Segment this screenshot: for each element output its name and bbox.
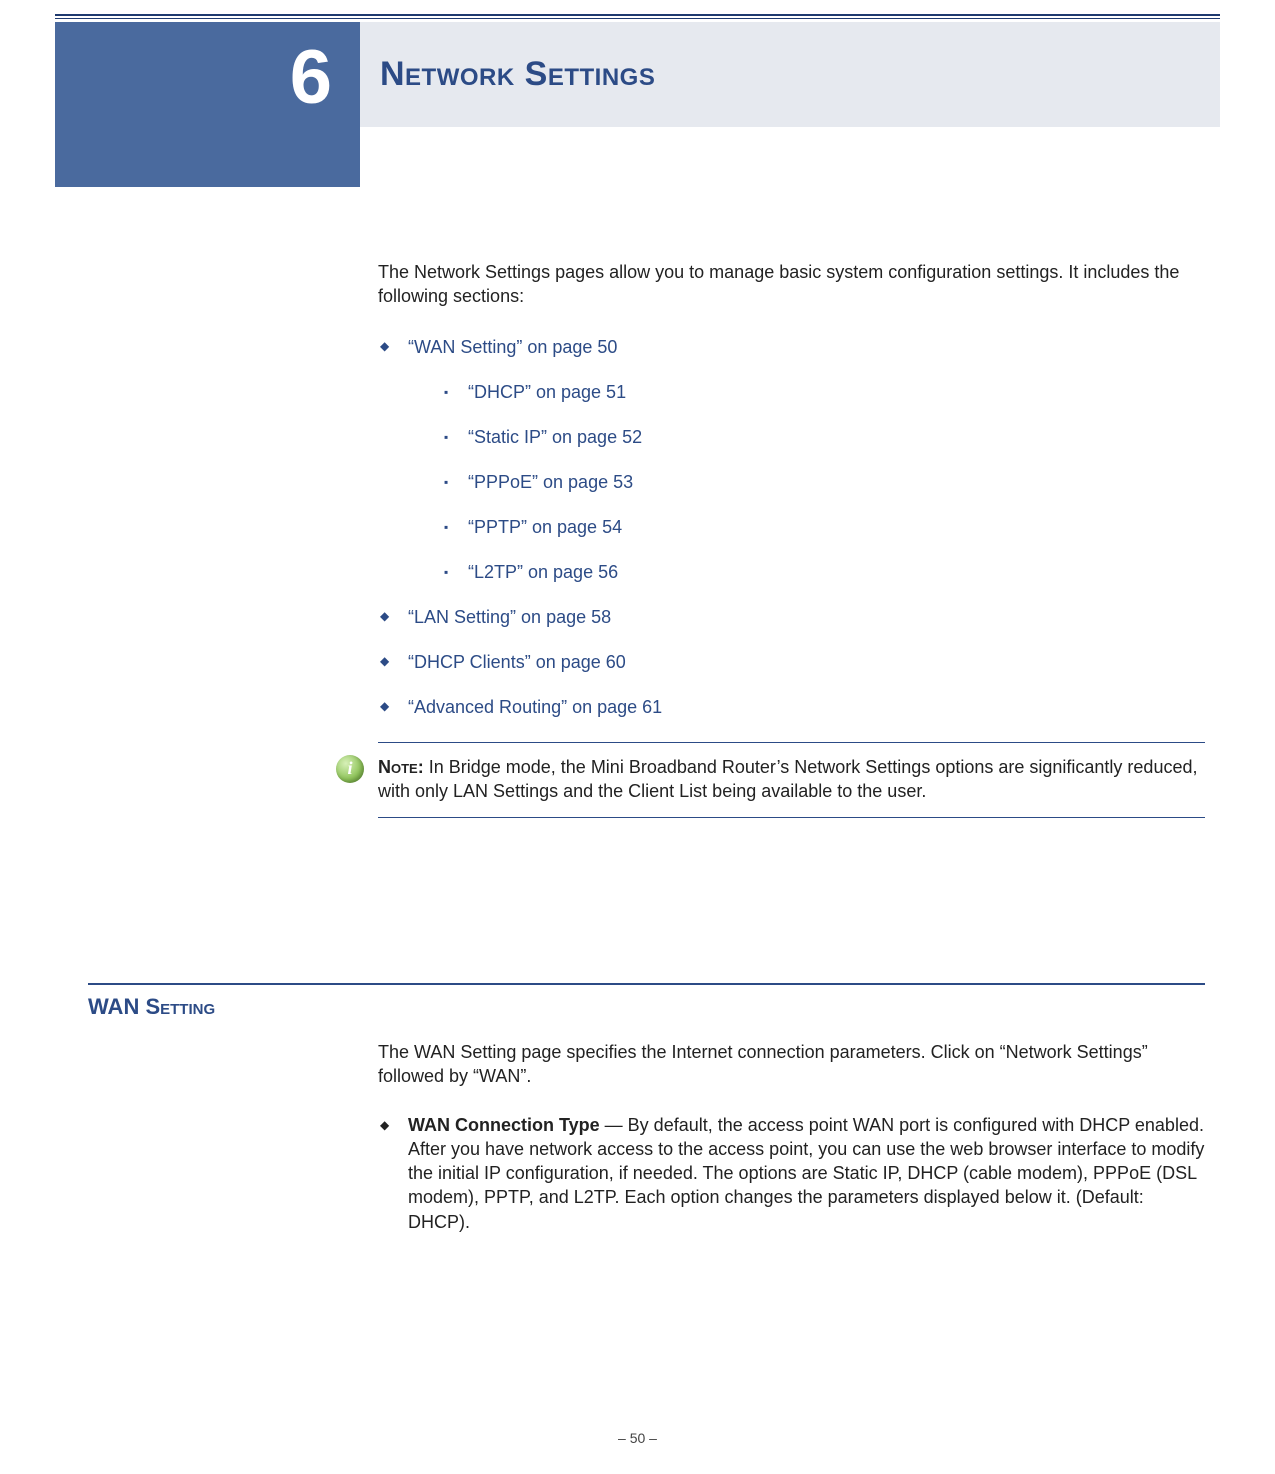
info-icon: i <box>336 755 364 783</box>
toc-link-label: “WAN Setting” on page 50 <box>408 337 617 357</box>
toc-sublist-wan: “DHCP” on page 51 “Static IP” on page 52… <box>440 382 1205 583</box>
note-text: In Bridge mode, the Mini Broadband Route… <box>378 757 1197 801</box>
section-heading-wan: WAN Setting <box>88 994 215 1020</box>
toc-item-advanced-routing[interactable]: “Advanced Routing” on page 61 <box>378 697 1205 718</box>
intro-paragraph: The Network Settings pages allow you to … <box>378 260 1205 309</box>
chapter-title-band: Network Settings <box>360 22 1220 127</box>
definition-term: WAN Connection Type <box>408 1115 600 1135</box>
chapter-number: 6 <box>290 40 332 116</box>
toc-list: “WAN Setting” on page 50 “DHCP” on page … <box>378 337 1205 718</box>
top-rule-thick <box>55 14 1220 16</box>
note-rule-top <box>378 742 1205 743</box>
toc-item-pptp[interactable]: “PPTP” on page 54 <box>440 517 1205 538</box>
top-rule-thin <box>55 18 1220 19</box>
toc-link-label: “DHCP” on page 51 <box>468 382 626 402</box>
page: 6 Network Settings The Network Settings … <box>0 0 1275 1474</box>
toc-link-label: “Static IP” on page 52 <box>468 427 642 447</box>
wan-intro-paragraph: The WAN Setting page specifies the Inter… <box>378 1040 1205 1089</box>
toc-item-dhcp[interactable]: “DHCP” on page 51 <box>440 382 1205 403</box>
toc-item-dhcp-clients[interactable]: “DHCP Clients” on page 60 <box>378 652 1205 673</box>
note-rule-bottom <box>378 817 1205 818</box>
toc-link-label: “Advanced Routing” on page 61 <box>408 697 662 717</box>
toc-link-label: “LAN Setting” on page 58 <box>408 607 611 627</box>
content-column: The Network Settings pages allow you to … <box>378 260 1205 830</box>
page-footer: – 50 – <box>0 1430 1275 1446</box>
section-rule <box>88 983 1205 985</box>
wan-connection-type-item: WAN Connection Type — By default, the ac… <box>378 1113 1205 1234</box>
toc-link-label: “PPTP” on page 54 <box>468 517 622 537</box>
toc-item-pppoe[interactable]: “PPPoE” on page 53 <box>440 472 1205 493</box>
note-label: Note: <box>378 757 424 777</box>
note-block: i Note: In Bridge mode, the Mini Broadba… <box>378 755 1205 804</box>
toc-link-label: “L2TP” on page 56 <box>468 562 618 582</box>
toc-item-static-ip[interactable]: “Static IP” on page 52 <box>440 427 1205 448</box>
toc-item-lan-setting[interactable]: “LAN Setting” on page 58 <box>378 607 1205 628</box>
toc-link-label: “PPPoE” on page 53 <box>468 472 633 492</box>
toc-link-label: “DHCP Clients” on page 60 <box>408 652 626 672</box>
toc-item-l2tp[interactable]: “L2TP” on page 56 <box>440 562 1205 583</box>
wan-definition-list: WAN Connection Type — By default, the ac… <box>378 1113 1205 1234</box>
chapter-title: Network Settings <box>380 55 655 94</box>
toc-item-wan-setting[interactable]: “WAN Setting” on page 50 “DHCP” on page … <box>378 337 1205 583</box>
chapter-number-block: 6 <box>55 22 360 187</box>
section-body-wan: The WAN Setting page specifies the Inter… <box>378 1040 1205 1234</box>
